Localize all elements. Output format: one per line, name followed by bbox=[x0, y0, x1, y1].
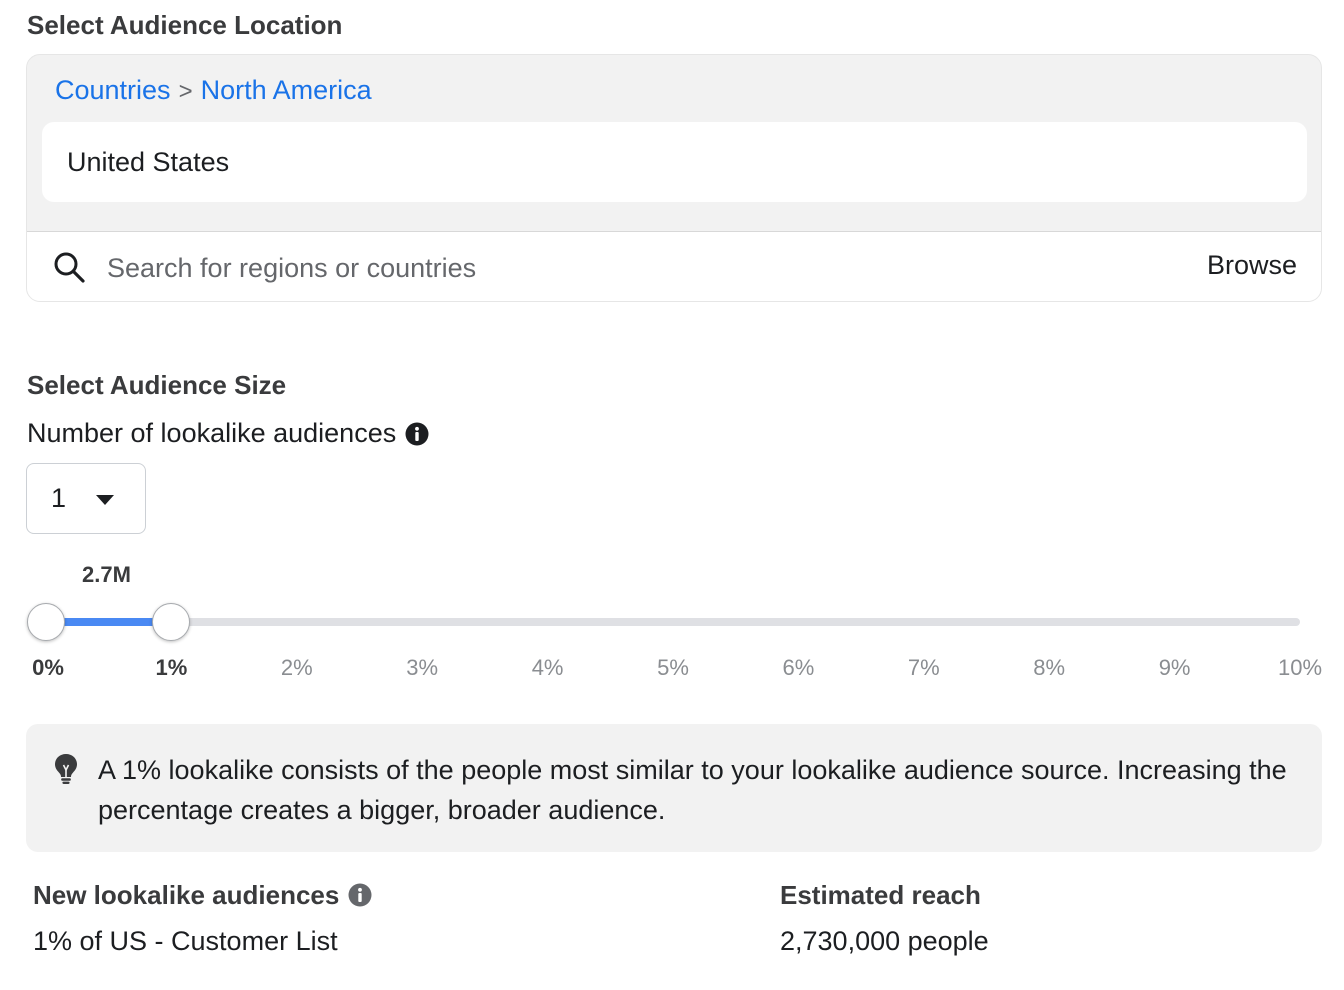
size-section-title: Select Audience Size bbox=[27, 370, 287, 400]
location-panel: Countries > North America United States Br… bbox=[26, 54, 1322, 302]
audience-size-slider-track[interactable] bbox=[46, 618, 1300, 626]
slider-tick-label: 3% bbox=[406, 655, 439, 680]
slider-tick-label: 4% bbox=[531, 655, 564, 680]
slider-tick-labels: 0% 1% 2% 3% 4% 5% 6% 7% 8% 9% 10% bbox=[0, 655, 1344, 685]
search-icon bbox=[54, 252, 85, 283]
slider-tick-label: 9% bbox=[1158, 655, 1191, 680]
slider-tick-label: 10% bbox=[1277, 655, 1323, 680]
selected-country-label: United States bbox=[67, 146, 230, 177]
tip-text: A 1% lookalike consists of the people mo… bbox=[98, 755, 1287, 825]
new-audiences-value: 1% of US - Customer List bbox=[33, 926, 338, 956]
slider-tick-label: 0% bbox=[32, 655, 64, 680]
slider-end-handle[interactable] bbox=[152, 603, 191, 641]
selected-country-item[interactable]: United States bbox=[42, 122, 1307, 202]
breadcrumb: Countries > North America bbox=[55, 75, 372, 106]
slider-reach-label: 2.7M bbox=[82, 562, 131, 587]
lightbulb-icon bbox=[55, 754, 77, 784]
slider-tick-label: 8% bbox=[1033, 655, 1066, 680]
estimated-reach-heading: Estimated reach bbox=[780, 879, 981, 910]
lookalike-count-label-row: Number of lookalike audiences bbox=[27, 418, 429, 449]
slider-start-handle[interactable] bbox=[27, 603, 65, 641]
estimated-reach-column: Estimated reach 2,730,000 people bbox=[780, 878, 989, 957]
breadcrumb-separator: > bbox=[178, 78, 193, 105]
slider-tick-label: 2% bbox=[280, 655, 313, 680]
lookalike-count-value: 1 bbox=[51, 483, 67, 513]
new-audiences-column: New lookalike audiences 1% of US - Custo… bbox=[33, 878, 372, 957]
caret-down-icon bbox=[96, 495, 114, 505]
location-search-input[interactable] bbox=[107, 246, 1187, 290]
info-icon[interactable] bbox=[348, 883, 372, 907]
slider-tick-label: 6% bbox=[782, 655, 815, 680]
breadcrumb-north-america[interactable]: North America bbox=[201, 75, 372, 105]
info-icon[interactable] bbox=[405, 422, 429, 446]
browse-button[interactable]: Browse bbox=[1207, 250, 1297, 281]
lookalike-count-dropdown[interactable]: 1 bbox=[26, 463, 146, 534]
breadcrumb-countries[interactable]: Countries bbox=[55, 75, 171, 105]
location-search-row: Browse bbox=[27, 231, 1321, 301]
lookalike-count-label: Number of lookalike audiences bbox=[27, 418, 397, 448]
slider-tick-label: 5% bbox=[657, 655, 689, 680]
slider-tick-label: 1% bbox=[155, 655, 188, 680]
slider-tick-label: 7% bbox=[907, 655, 940, 680]
new-audiences-heading-row: New lookalike audiences bbox=[33, 878, 372, 912]
estimated-reach-value: 2,730,000 people bbox=[780, 926, 989, 956]
location-section-title: Select Audience Location bbox=[27, 10, 343, 40]
new-audiences-heading: New lookalike audiences bbox=[33, 879, 340, 910]
tip-panel: A 1% lookalike consists of the people mo… bbox=[26, 724, 1322, 852]
